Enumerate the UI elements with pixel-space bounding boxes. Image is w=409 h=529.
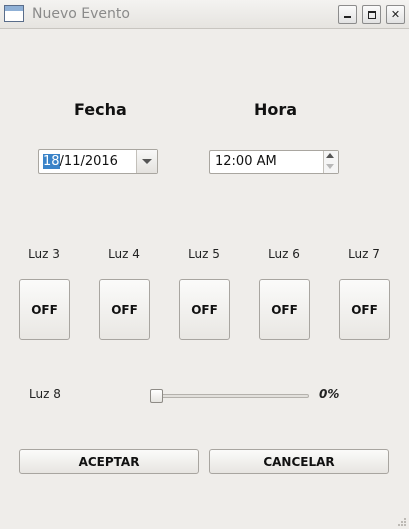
luz-6-label: Luz 6 [268,247,300,261]
luz-8-slider-handle[interactable] [150,389,163,403]
luz-7-label: Luz 7 [348,247,380,261]
date-rest: /11/2016 [59,154,118,169]
luz-5-toggle[interactable]: OFF [179,279,230,340]
spin-up-icon[interactable] [326,153,334,158]
luz-4-label: Luz 4 [108,247,140,261]
date-dropdown-button[interactable] [136,150,157,173]
spin-down-icon[interactable] [326,164,334,169]
cancel-button[interactable]: CANCELAR [209,449,389,474]
minimize-button[interactable] [338,5,357,24]
window-title: Nuevo Evento [32,6,130,22]
accept-button[interactable]: ACEPTAR [19,449,199,474]
date-picker[interactable]: 18/11/2016 [38,149,158,174]
resize-grip[interactable] [398,518,406,526]
date-day-selection: 18 [43,154,60,169]
time-spinner[interactable]: 12:00 AM [209,150,339,174]
luz-8-label: Luz 8 [29,387,61,401]
luz-8-slider-track[interactable] [150,394,309,398]
time-value[interactable]: 12:00 AM [215,154,277,169]
hora-label: Hora [254,100,298,119]
luz-3-toggle[interactable]: OFF [19,279,70,340]
luz-7-toggle[interactable]: OFF [339,279,390,340]
maximize-icon [367,10,376,19]
luz-3-label: Luz 3 [28,247,60,261]
date-value[interactable]: 18/11/2016 [43,154,118,169]
minimize-icon [344,16,351,18]
window-icon [4,5,24,22]
chevron-down-icon [142,159,152,164]
title-bar: Nuevo Evento ✕ [0,0,409,29]
close-icon: ✕ [390,8,401,21]
luz-4-toggle[interactable]: OFF [99,279,150,340]
close-button[interactable]: ✕ [386,5,405,24]
luz-8-percent: 0% [319,387,340,401]
luz-5-label: Luz 5 [188,247,220,261]
luz-6-toggle[interactable]: OFF [259,279,310,340]
maximize-button[interactable] [362,5,381,24]
time-spin-buttons[interactable] [323,151,338,173]
fecha-label: Fecha [74,100,127,119]
